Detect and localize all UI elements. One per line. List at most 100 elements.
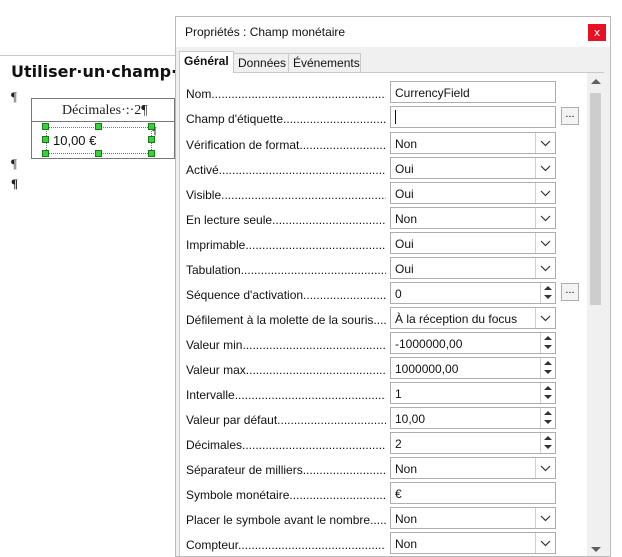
property-value: 10,00: [395, 412, 426, 426]
scroll-up-arrow-icon[interactable]: [591, 79, 601, 84]
spin-down-arrow-icon[interactable]: [544, 345, 552, 349]
property-dropdown[interactable]: Non: [390, 457, 556, 479]
property-label: Compteur................................…: [186, 538, 386, 552]
property-dropdown[interactable]: Oui: [390, 157, 556, 179]
ellipsis-button[interactable]: ...: [561, 283, 579, 301]
dropdown-button[interactable]: [535, 158, 555, 178]
spin-down-arrow-icon[interactable]: [544, 295, 552, 299]
pilcrow-mark: ¶: [11, 176, 19, 191]
chevron-down-icon: [540, 165, 551, 172]
dropdown-button[interactable]: [535, 533, 555, 553]
property-text-field[interactable]: CurrencyField: [390, 81, 556, 103]
property-dropdown[interactable]: Non: [390, 532, 556, 554]
dialog-title: Propriétés : Champ monétaire: [185, 25, 346, 39]
spin-up-arrow-icon[interactable]: [544, 336, 552, 340]
spin-down-arrow-icon[interactable]: [544, 370, 552, 374]
selection-handle[interactable]: [42, 150, 49, 157]
selection-handle[interactable]: [42, 136, 49, 143]
scroll-down-arrow-icon[interactable]: [591, 547, 601, 552]
dropdown-button[interactable]: [535, 183, 555, 203]
dropdown-button[interactable]: [535, 208, 555, 228]
property-row-valeur-par-defaut: Valeur par défaut.......................…: [180, 407, 560, 430]
dialog-titlebar[interactable]: Propriétés : Champ monétaire x: [176, 17, 610, 47]
dropdown-button[interactable]: [535, 258, 555, 278]
property-label: Séquence d'activation...................…: [186, 288, 386, 302]
property-value: 1: [395, 387, 402, 401]
property-value: -1000000,00: [395, 337, 463, 351]
property-spinbox[interactable]: -1000000,00: [390, 332, 556, 354]
property-dropdown[interactable]: Non: [390, 132, 556, 154]
property-label: En lecture seule........................…: [186, 213, 386, 227]
spin-buttons[interactable]: [540, 333, 555, 353]
spin-buttons[interactable]: [540, 383, 555, 403]
dropdown-button[interactable]: [535, 308, 555, 328]
spin-down-arrow-icon[interactable]: [544, 395, 552, 399]
properties-dialog: Propriétés : Champ monétaire x Général D…: [175, 16, 611, 557]
property-row-defilement-a-la-molette-de-la-souris: Défilement à la molette de la souris....…: [180, 307, 560, 330]
tab-general[interactable]: Général: [179, 51, 234, 73]
property-dropdown[interactable]: Non: [390, 507, 556, 529]
property-dropdown[interactable]: Non: [390, 207, 556, 229]
vertical-scrollbar[interactable]: [587, 73, 604, 556]
dropdown-button[interactable]: [535, 133, 555, 153]
dropdown-button[interactable]: [535, 458, 555, 478]
selection-handle[interactable]: [148, 123, 155, 130]
chevron-down-icon: [540, 240, 551, 247]
property-spinbox[interactable]: 1: [390, 382, 556, 404]
tab-events[interactable]: Événements: [288, 53, 361, 72]
property-dropdown[interactable]: À la réception du focus: [390, 307, 556, 329]
close-button[interactable]: x: [588, 24, 606, 41]
property-label: Séparateur de milliers..................…: [186, 463, 386, 477]
spin-up-arrow-icon[interactable]: [544, 436, 552, 440]
property-label: Tabulation..............................…: [186, 263, 386, 277]
property-row-compteur: Compteur................................…: [180, 532, 560, 555]
spin-up-arrow-icon[interactable]: [544, 411, 552, 415]
property-spinbox[interactable]: 2: [390, 432, 556, 454]
spin-up-arrow-icon[interactable]: [544, 361, 552, 365]
table-cell-text: Décimales·:·2¶: [62, 103, 148, 118]
property-value: 2: [395, 437, 402, 451]
spin-up-arrow-icon[interactable]: [544, 286, 552, 290]
property-value: Non: [395, 512, 418, 526]
dropdown-button[interactable]: [535, 233, 555, 253]
spin-buttons[interactable]: [540, 358, 555, 378]
chevron-down-icon: [540, 515, 551, 522]
property-spinbox[interactable]: 1000000,00: [390, 357, 556, 379]
selection-handle[interactable]: [95, 123, 102, 130]
spin-buttons[interactable]: [540, 408, 555, 428]
property-value: À la réception du focus: [395, 312, 518, 326]
property-spinbox[interactable]: 10,00: [390, 407, 556, 429]
dropdown-button[interactable]: [535, 508, 555, 528]
spin-up-arrow-icon[interactable]: [544, 386, 552, 390]
property-value: Oui: [395, 262, 414, 276]
property-dropdown[interactable]: Oui: [390, 182, 556, 204]
selection-handle[interactable]: [95, 150, 102, 157]
document-heading: Utiliser·un·champ·m: [11, 62, 194, 81]
spin-down-arrow-icon[interactable]: [544, 445, 552, 449]
selection-handle[interactable]: [42, 123, 49, 130]
property-text-field[interactable]: [390, 106, 556, 128]
property-value: Oui: [395, 162, 414, 176]
currency-field-value: 10,00 €: [53, 133, 97, 148]
ellipsis-button[interactable]: ...: [561, 107, 579, 125]
spin-down-arrow-icon[interactable]: [544, 420, 552, 424]
property-row-separateur-de-milliers: Séparateur de milliers..................…: [180, 457, 560, 480]
property-label: Valeur min..............................…: [186, 338, 386, 352]
property-dropdown[interactable]: Oui: [390, 232, 556, 254]
property-text-field[interactable]: €: [390, 482, 556, 504]
selection-handle[interactable]: [148, 150, 155, 157]
property-dropdown[interactable]: Oui: [390, 257, 556, 279]
selection-handle[interactable]: [148, 136, 155, 143]
scrollbar-thumb[interactable]: [590, 93, 601, 305]
chevron-down-icon: [540, 265, 551, 272]
property-spinbox[interactable]: 0: [390, 282, 556, 304]
property-label: Activé..................................…: [186, 163, 386, 177]
spin-buttons[interactable]: [540, 283, 555, 303]
property-value: Non: [395, 212, 418, 226]
property-value: CurrencyField: [395, 86, 470, 100]
tab-data[interactable]: Données: [233, 53, 289, 72]
property-value: €: [395, 487, 402, 501]
property-row-valeur-min: Valeur min..............................…: [180, 332, 560, 355]
spin-buttons[interactable]: [540, 433, 555, 453]
property-row-nom: Nom.....................................…: [180, 81, 560, 104]
